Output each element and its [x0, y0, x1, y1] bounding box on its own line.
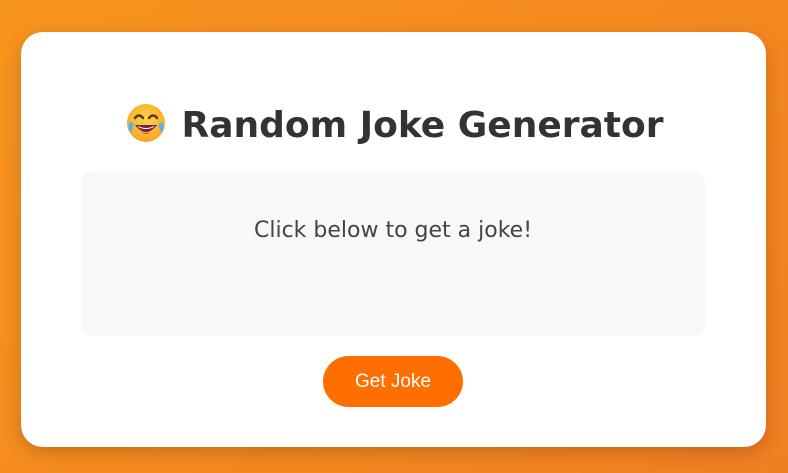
joke-card: Random Joke Generator Click below to get…: [21, 32, 766, 447]
page-title: Random Joke Generator: [21, 104, 766, 149]
page-title-text: Random Joke Generator: [181, 105, 664, 146]
laughing-emoji-icon: [124, 101, 168, 145]
joke-display: Click below to get a joke!: [81, 172, 705, 336]
get-joke-button[interactable]: Get Joke: [323, 356, 463, 407]
joke-text: Click below to get a joke!: [253, 218, 533, 243]
